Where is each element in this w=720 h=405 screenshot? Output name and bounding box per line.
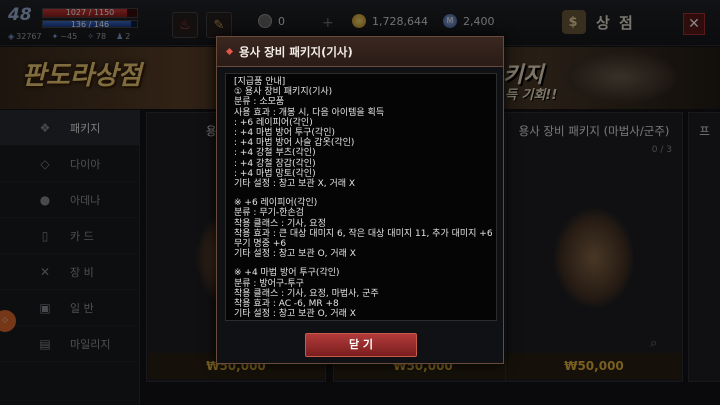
package-info-dialog: 용사 장비 패키지(기사) [지급품 안내] ① 용사 장비 패키지(기사) 분류 … — [216, 36, 504, 364]
dialog-text-line: 기타 설정 : 창고 보관 O, 거래 X — [234, 309, 356, 320]
diamond-bullet-icon — [225, 47, 234, 56]
dialog-text-line: : +4 마법 망토(각인) — [234, 168, 316, 179]
dialog-text-line: 기타 설정 : 창고 보관 O, 거래 X — [234, 249, 356, 260]
dialog-text-line: : +6 레이피어(각인) — [234, 117, 313, 128]
dialog-text-line: : +4 강철 부츠(각인) — [234, 148, 316, 159]
dialog-text-line: ※ +6 레이피어(각인) — [234, 198, 318, 209]
dialog-text-line: 분류 : 무기-한손검 — [234, 208, 304, 219]
dialog-text-line: 분류 : 방어구-투구 — [234, 278, 304, 289]
dialog-text-line: [지급품 안내] — [234, 77, 286, 87]
dialog-text-line: ① 용사 장비 패키지(기사) — [234, 87, 333, 98]
dialog-text-line: 착용 효과 : 큰 대상 대미지 6, 작은 대상 대미지 11, 추가 대미지… — [234, 228, 493, 239]
dialog-text-line: 분류 : 소모품 — [234, 97, 285, 108]
dialog-text-line: 착용 효과 : AC -6, MR +8 — [234, 299, 339, 310]
dialog-text-line: : +4 마법 방어 사슬 갑옷(각인) — [234, 138, 355, 149]
dialog-body-text[interactable]: [지급품 안내] ① 용사 장비 패키지(기사) 분류 : 소모품 사용 효과 : 개… — [225, 73, 497, 321]
dialog-title: 용사 장비 패키지(기사) — [239, 45, 353, 59]
dialog-text-line: ※ +4 마법 방어 투구(각인) — [234, 268, 340, 279]
dialog-text-line: 사용 효과 : 개봉 시, 다음 아이템을 획득 — [234, 107, 385, 118]
dialog-text-line: : +4 마법 방어 투구(각인) — [234, 128, 336, 139]
dialog-header: 용사 장비 패키지(기사) — [217, 37, 503, 67]
dialog-text-line: 착용 클래스 : 기사, 요정 — [234, 218, 326, 229]
dialog-close-button[interactable]: 닫 기 — [305, 333, 417, 357]
dialog-text-line: 무기 명중 +6 — [234, 239, 287, 250]
dialog-text-line: 착용 클래스 : 기사, 요정, 마법사, 군주 — [234, 288, 379, 299]
dialog-text-line: 기타 설정 : 창고 보관 X, 거래 X — [234, 179, 356, 190]
dialog-text-line: : +4 강철 장갑(각인) — [234, 158, 316, 169]
